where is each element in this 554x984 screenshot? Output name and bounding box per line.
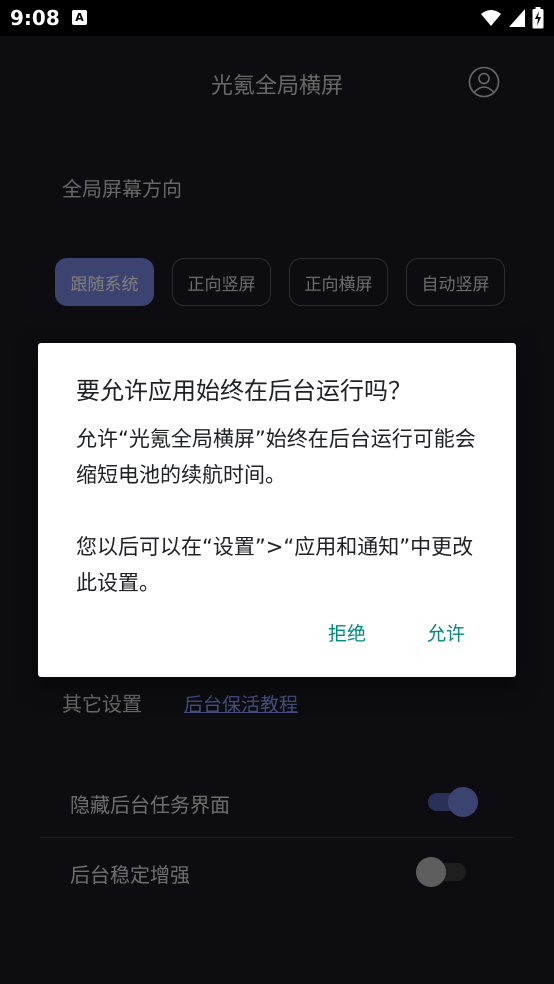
notification-a-icon: A (72, 10, 87, 25)
dialog-message-battery: 允许“光氪全局横屏”始终在后台运行可能会缩短电池的续航时间。 (76, 427, 476, 487)
deny-button[interactable]: 拒绝 (328, 619, 366, 646)
signal-icon (509, 9, 525, 27)
wifi-icon (481, 10, 501, 26)
status-bar: 9:08 A (0, 0, 554, 36)
dialog-title: 要允许应用始终在后台运行吗？ (76, 377, 412, 405)
status-time: 9:08 (10, 6, 60, 30)
dialog-message-settings: 您以后可以在“设置”>“应用和通知”中更改此设置。 (76, 535, 474, 595)
allow-button[interactable]: 允许 (427, 619, 465, 646)
background-permission-dialog: 要允许应用始终在后台运行吗？ 允许“光氪全局横屏”始终在后台运行可能会缩短电池的… (38, 343, 516, 677)
dialog-message: 允许“光氪全局横屏”始终在后台运行可能会缩短电池的续航时间。 您以后可以在“设置… (76, 421, 486, 601)
status-icons (480, 7, 544, 29)
battery-charging-icon (532, 7, 544, 29)
